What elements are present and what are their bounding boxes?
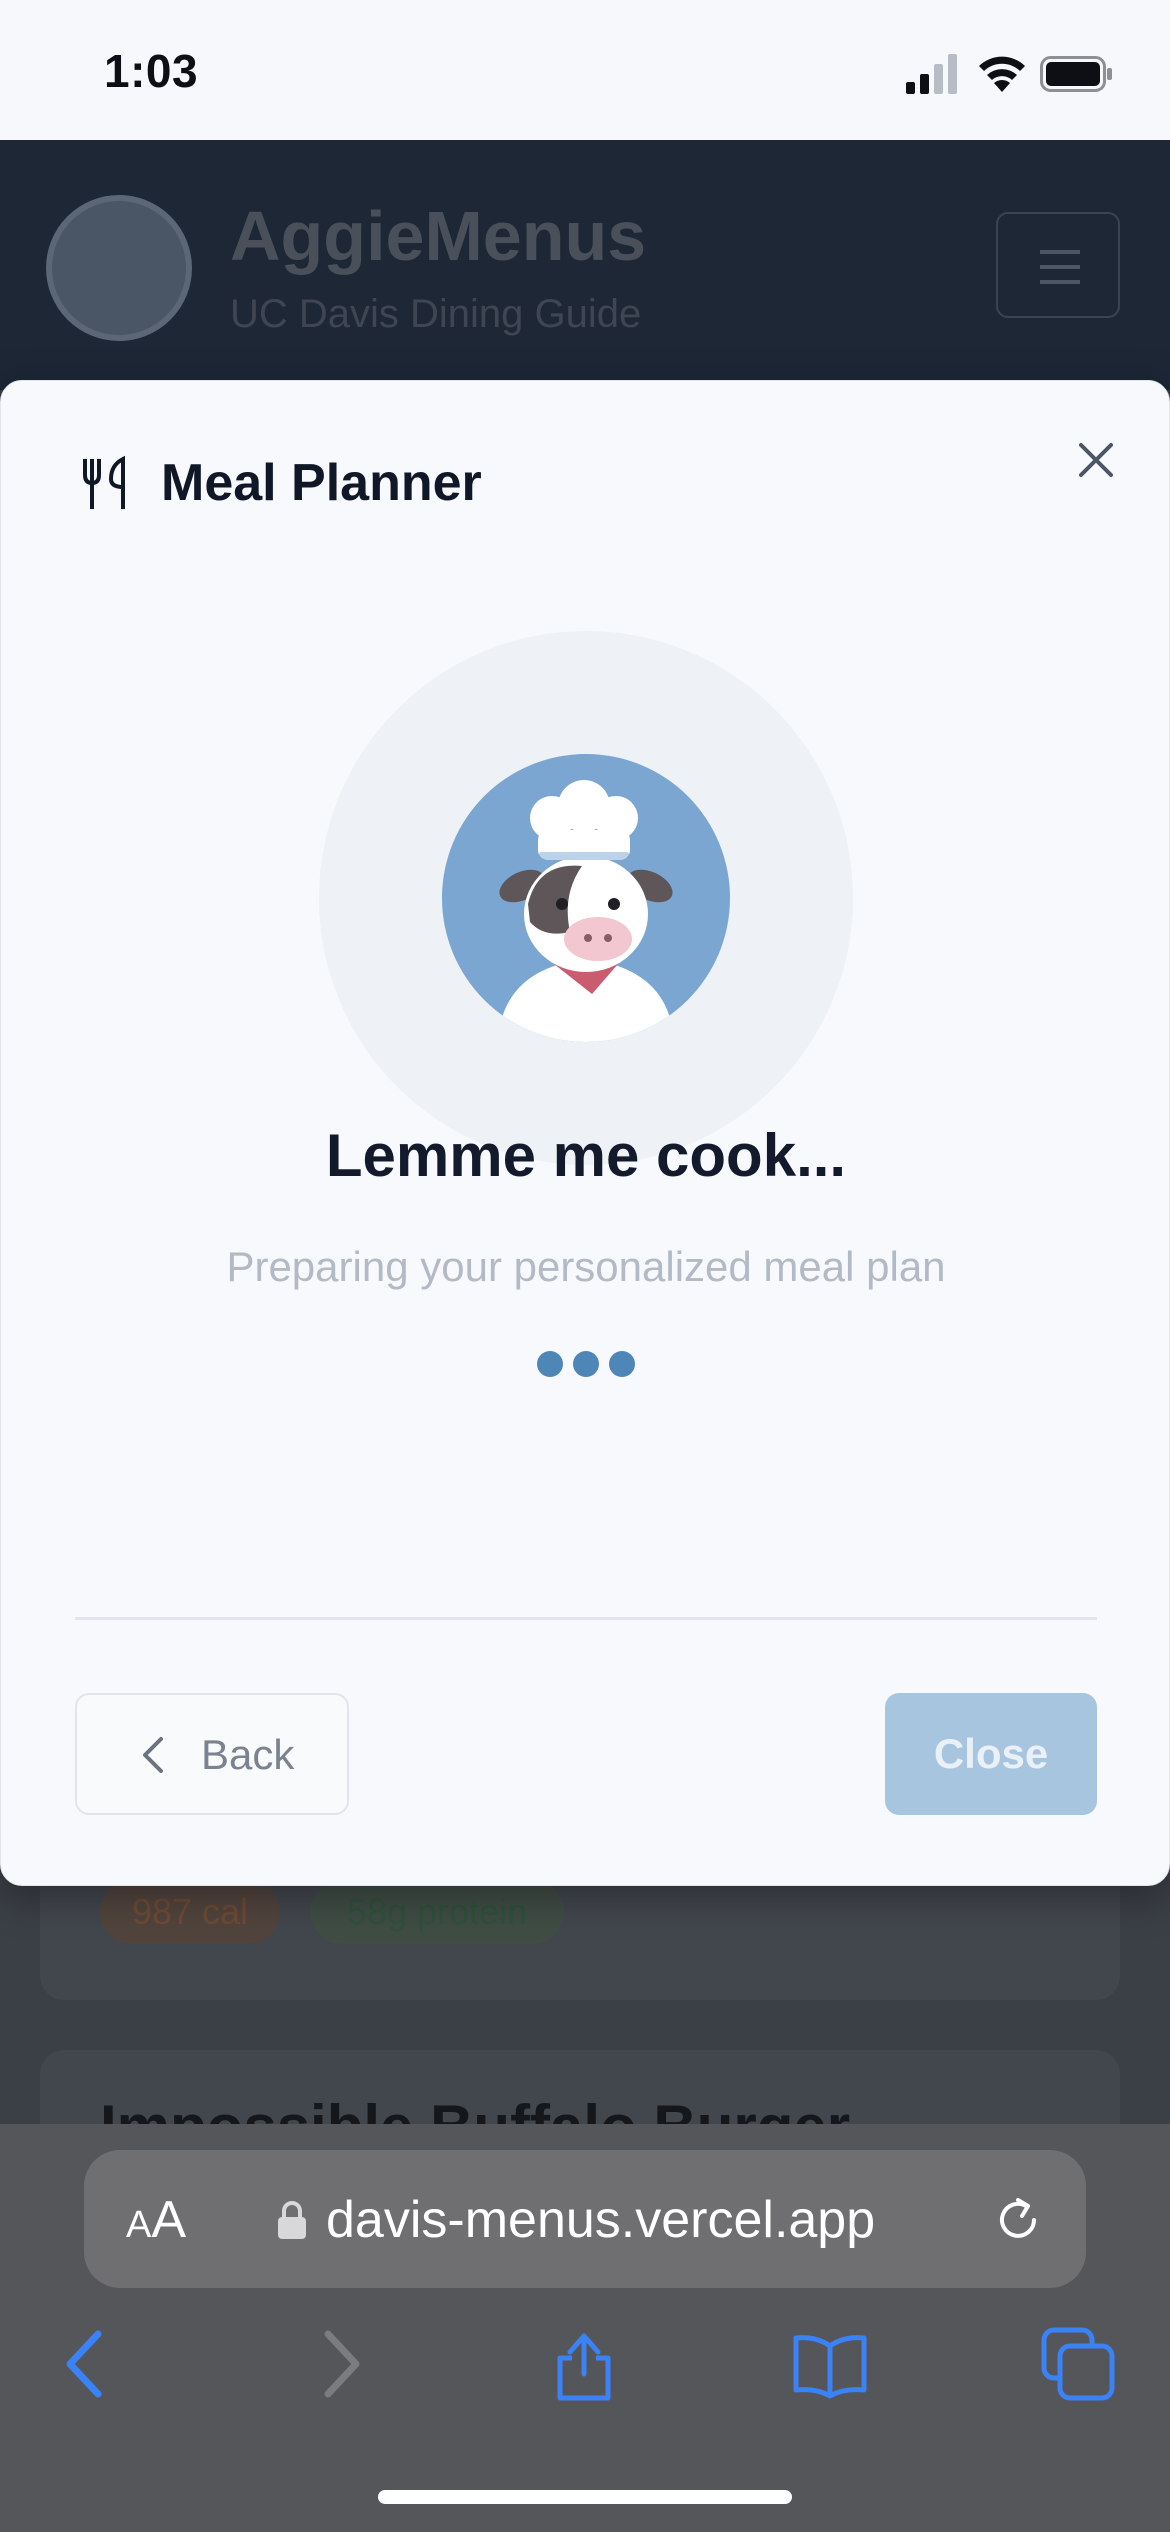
menu-icon-line (1040, 250, 1080, 254)
meal-planner-modal: Meal Planner Lemme me cook... Preparing … (0, 380, 1170, 1886)
app-title: AggieMenus (230, 197, 647, 275)
back-button-label: Back (201, 1731, 295, 1778)
utensils-icon (83, 455, 125, 509)
close-icon[interactable] (1073, 437, 1119, 483)
text-size-large-a: A (151, 2191, 187, 2249)
loading-dots (537, 1349, 637, 1379)
tabs-icon[interactable] (1038, 2324, 1118, 2404)
cow-chef-mascot (442, 754, 730, 1042)
menu-icon-line (1040, 265, 1080, 269)
loading-title: Lemme me cook... (325, 1122, 847, 1189)
share-icon[interactable] (544, 2324, 624, 2404)
status-bar: 1:03 (0, 0, 1170, 140)
lock-icon (278, 2201, 306, 2239)
wifi-icon (979, 56, 1025, 92)
reload-icon[interactable] (990, 2192, 1046, 2248)
loading-subtitle: Preparing your personalized meal plan (226, 1243, 946, 1290)
calories-badge-label: 987 cal (131, 1891, 249, 1932)
protein-badge: 58g protein (310, 1880, 564, 1944)
browser-forward-icon[interactable] (300, 2324, 380, 2404)
browser-back-icon[interactable] (46, 2324, 126, 2404)
bookmarks-icon[interactable] (790, 2324, 870, 2404)
home-indicator (378, 2490, 792, 2504)
menu-icon-line (1040, 280, 1080, 284)
protein-badge-label: 58g protein (346, 1891, 528, 1932)
close-button[interactable]: Close (885, 1693, 1097, 1815)
loading-dot (573, 1351, 599, 1377)
app-subtitle: UC Davis Dining Guide (230, 292, 642, 336)
modal-divider (75, 1617, 1097, 1620)
cow-chef-illustration (498, 780, 674, 1042)
status-time: 1:03 (104, 45, 199, 97)
close-button-label: Close (933, 1730, 1049, 1777)
modal-title: Meal Planner (161, 454, 482, 512)
url-text[interactable]: davis-menus.vercel.app (326, 2190, 875, 2250)
loading-dot (609, 1351, 635, 1377)
text-size-button[interactable]: AA (126, 2190, 186, 2250)
text-size-small-a: A (126, 2204, 152, 2246)
app-logo (46, 195, 192, 341)
chevron-left-icon (143, 1737, 163, 1773)
menu-button[interactable] (996, 212, 1120, 318)
calories-badge: 987 cal (100, 1880, 280, 1944)
signal-icon (906, 54, 957, 94)
battery-icon (1040, 56, 1112, 92)
loading-dot (537, 1351, 563, 1377)
back-button[interactable]: Back (75, 1693, 349, 1815)
